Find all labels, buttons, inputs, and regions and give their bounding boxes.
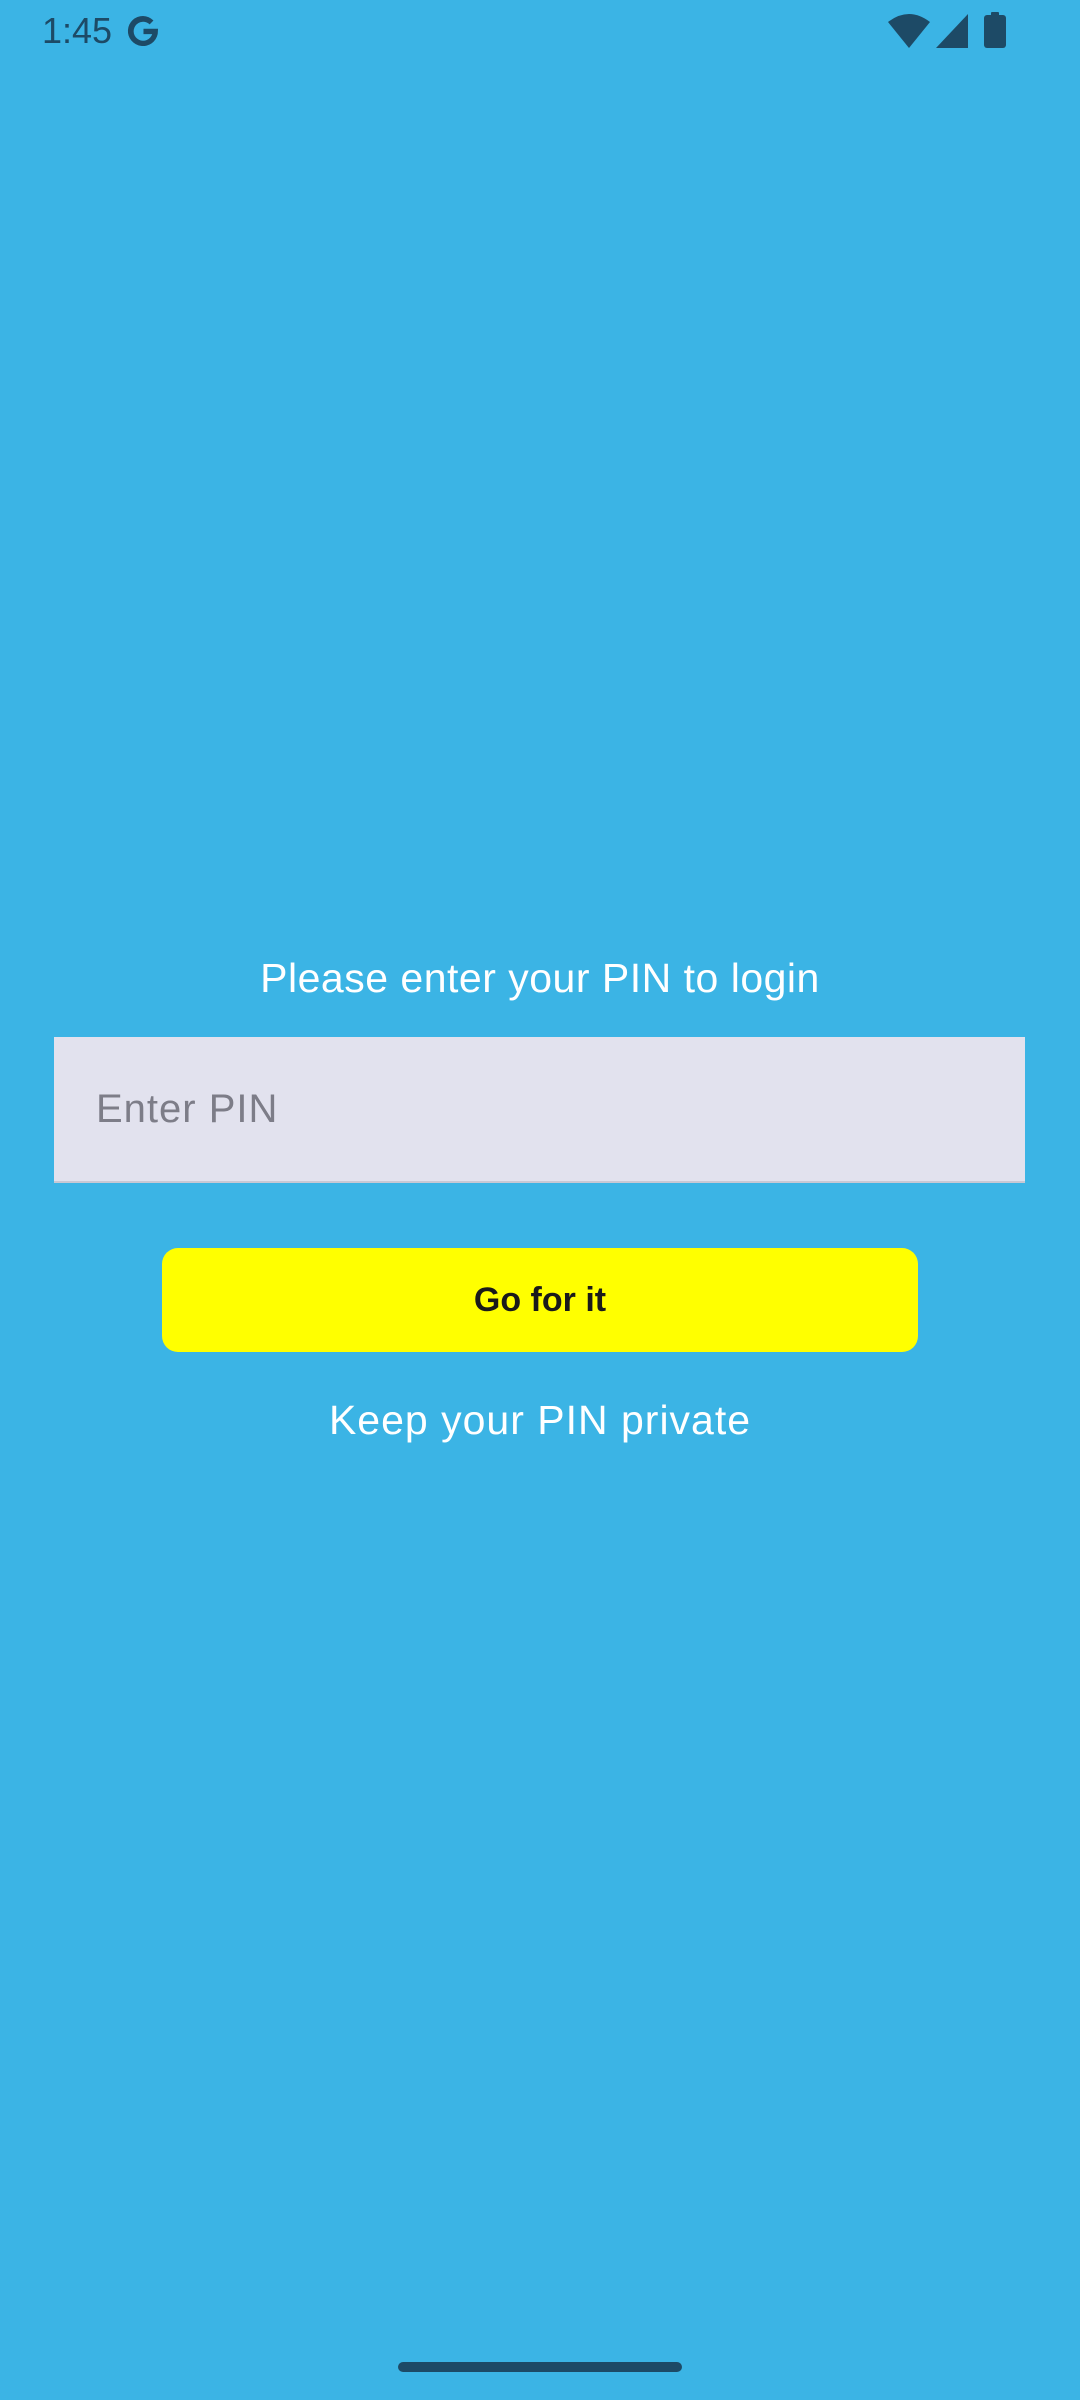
- gesture-nav-handle[interactable]: [398, 2362, 682, 2372]
- battery-icon: [984, 12, 1006, 48]
- wifi-icon: [888, 14, 930, 48]
- signal-icon: [936, 14, 968, 48]
- status-time: 1:45: [42, 10, 113, 51]
- pin-privacy-hint: Keep your PIN private: [328, 1397, 752, 1443]
- go-for-it-button[interactable]: Go for it: [162, 1248, 918, 1352]
- login-prompt: Please enter your PIN to login: [260, 955, 820, 1001]
- pin-input[interactable]: [54, 1037, 1025, 1183]
- google-g-icon: [127, 15, 159, 47]
- status-bar: 1:45: [0, 0, 1080, 62]
